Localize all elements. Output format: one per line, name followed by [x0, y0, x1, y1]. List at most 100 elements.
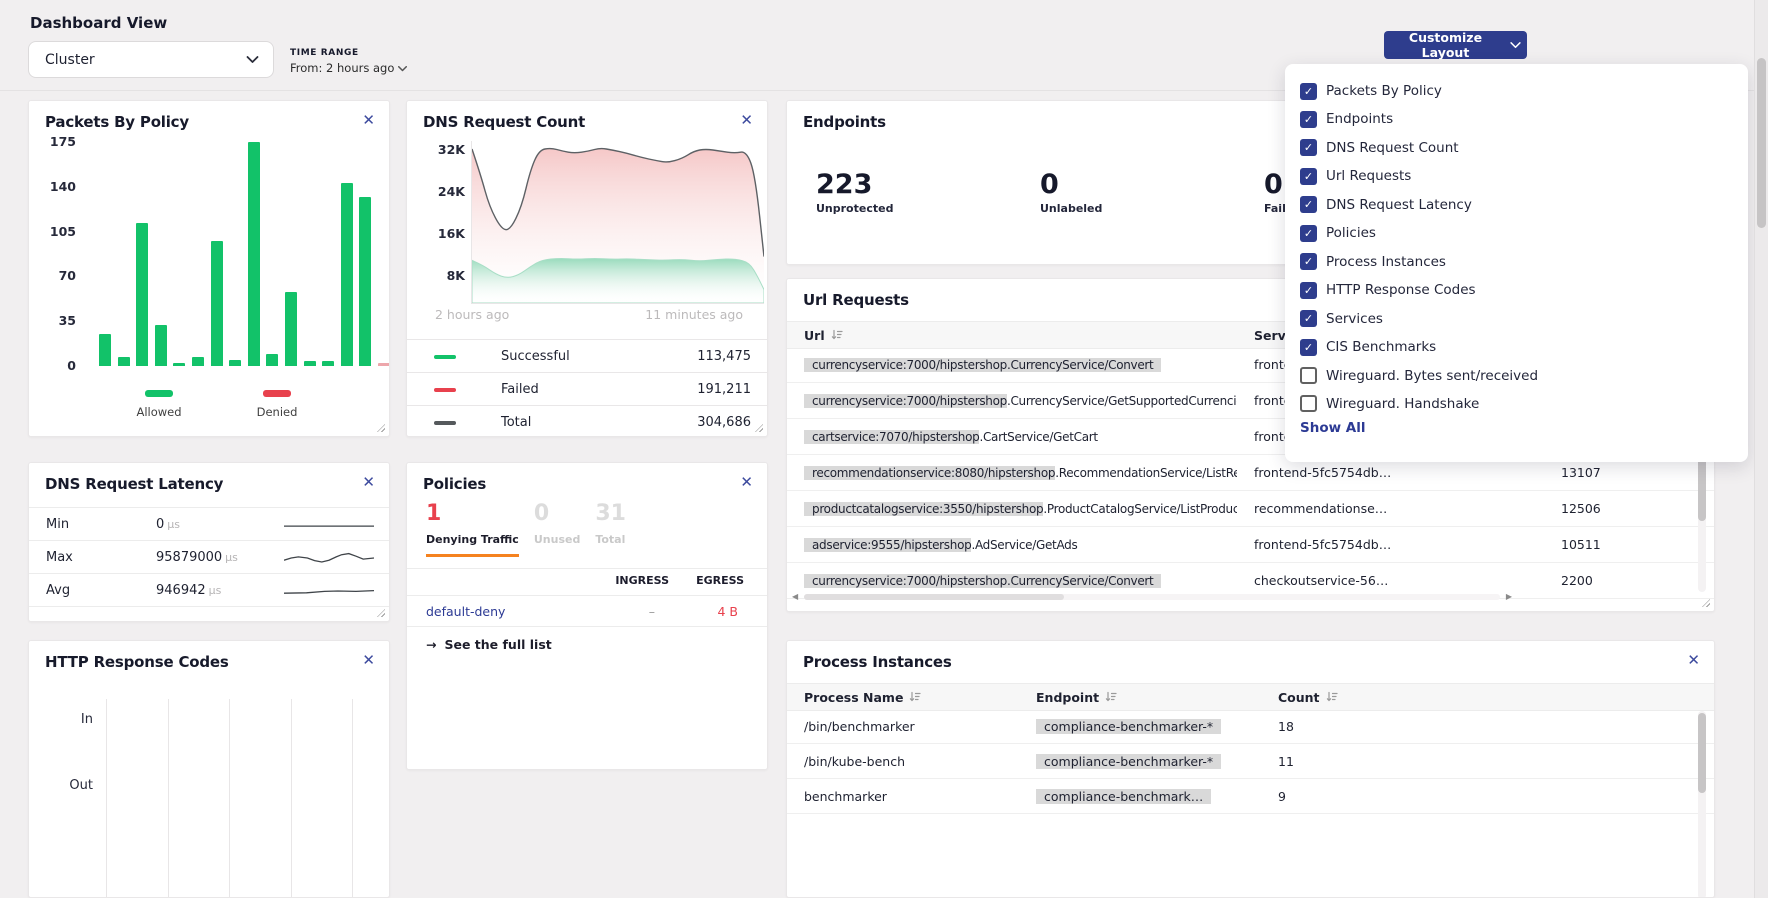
checkbox-unchecked[interactable] — [1300, 395, 1317, 412]
card-title: Url Requests — [803, 291, 909, 309]
chart-bar-allowed — [359, 197, 371, 366]
menu-item-endpoints[interactable]: ✓ Endpoints — [1285, 105, 1748, 133]
close-icon[interactable]: ✕ — [362, 113, 375, 128]
menu-item-services[interactable]: ✓Services — [1285, 305, 1748, 333]
card-process-instances: Process Instances ✕ Process NameEndpoint… — [786, 640, 1715, 898]
customize-layout-label: Customize Layout — [1390, 30, 1501, 60]
legend-value: 113,475 — [697, 349, 751, 364]
count-cell: 13107 — [1544, 465, 1714, 480]
metric-value: 0 — [1040, 169, 1264, 200]
menu-item-wireguard-handshake[interactable]: Wireguard. Handshake — [1285, 390, 1748, 418]
menu-item-label: Wireguard. Bytes sent/received — [1326, 368, 1538, 384]
menu-item-process-instances[interactable]: ✓Process Instances — [1285, 248, 1748, 276]
checkbox-checked[interactable]: ✓ — [1300, 168, 1317, 185]
close-icon[interactable]: ✕ — [740, 475, 753, 490]
close-icon[interactable]: ✕ — [362, 475, 375, 490]
menu-item-label: Endpoints — [1326, 111, 1393, 127]
sort-icon[interactable] — [909, 691, 921, 703]
checkbox-checked[interactable]: ✓ — [1300, 253, 1317, 270]
legend-label: Successful — [501, 349, 570, 364]
table-row: adservice:9555/hipstershop.AdService/Get… — [787, 527, 1714, 563]
close-icon[interactable]: ✕ — [1687, 653, 1700, 668]
policy-name-link[interactable]: default-deny — [426, 604, 505, 619]
sort-icon[interactable] — [1326, 691, 1338, 703]
url-cell: currencyservice:7000/hipstershop.Currenc… — [787, 358, 1237, 372]
checkbox-unchecked[interactable] — [1300, 367, 1317, 384]
policies-tab-denying-traffic[interactable]: 1Denying Traffic — [426, 501, 519, 557]
chart-bar-allowed — [118, 357, 130, 366]
page-title: Dashboard View — [30, 14, 167, 32]
time-range-value[interactable]: From: 2 hours ago — [290, 61, 407, 75]
policies-tab-total[interactable]: 31Total — [595, 501, 626, 557]
sort-icon[interactable] — [1105, 691, 1117, 703]
legend-swatch — [263, 390, 291, 397]
checkbox-checked[interactable]: ✓ — [1300, 83, 1317, 100]
scrollbar-thumb[interactable] — [1757, 58, 1766, 228]
menu-item-cis-benchmarks[interactable]: ✓CIS Benchmarks — [1285, 333, 1748, 361]
time-range: TIME RANGE From: 2 hours ago — [290, 48, 407, 75]
column-header-ingress: INGRESS — [615, 574, 669, 587]
process-name-cell: benchmarker — [787, 789, 1019, 804]
axis-label-out: Out — [37, 778, 93, 793]
checkbox-checked[interactable]: ✓ — [1300, 225, 1317, 242]
y-tick-label: 105 — [42, 224, 76, 239]
table-row: /bin/kube-benchcompliance-benchmarker-*1… — [787, 744, 1714, 779]
sort-icon[interactable] — [831, 329, 843, 341]
legend-denied: Denied — [242, 382, 312, 419]
column-header-endpoint[interactable]: Endpoint — [1019, 690, 1261, 705]
policies-tab-unused[interactable]: 0 Unused — [534, 501, 580, 557]
legend-value: 304,686 — [697, 415, 751, 430]
scroll-right-icon[interactable]: ▶ — [1506, 592, 1512, 602]
chart-gridline — [291, 699, 292, 898]
endpoint-cell: compliance-benchmarker-* — [1019, 719, 1261, 734]
show-all-link[interactable]: Show All — [1300, 420, 1365, 436]
checkbox-checked[interactable]: ✓ — [1300, 139, 1317, 156]
menu-item-packets-by-policy[interactable]: ✓Packets By Policy — [1285, 77, 1748, 105]
customize-layout-button[interactable]: Customize Layout — [1384, 31, 1527, 59]
metric-label: Unlabeled — [1040, 202, 1264, 215]
column-header-url[interactable]: Url — [787, 328, 1237, 343]
chart-gridline — [352, 699, 353, 898]
sparkline — [284, 547, 374, 569]
chart-bar-allowed — [99, 334, 111, 366]
resize-handle[interactable] — [1702, 599, 1710, 607]
checkbox-checked[interactable]: ✓ — [1300, 111, 1317, 128]
scrollbar-thumb[interactable] — [804, 594, 1064, 600]
page-scrollbar[interactable] — [1754, 0, 1768, 898]
table-scrollbar-vertical[interactable] — [1698, 711, 1706, 898]
chevron-down-icon — [398, 66, 407, 72]
checkbox-checked[interactable]: ✓ — [1300, 196, 1317, 213]
legend-swatch — [434, 355, 456, 359]
legend-swatch — [434, 388, 456, 392]
close-icon[interactable]: ✕ — [362, 653, 375, 668]
card-http-response-codes: HTTP Response Codes ✕ InOut — [28, 640, 390, 898]
tab-value: 0 — [534, 501, 580, 527]
column-header-process-name[interactable]: Process Name — [787, 690, 1019, 705]
url-cell: cartservice:7070/hipstershop.CartService… — [787, 430, 1237, 444]
tab-label: Unused — [534, 533, 580, 554]
y-tick-label: 35 — [42, 313, 76, 328]
resize-handle[interactable] — [377, 609, 385, 617]
resize-handle[interactable] — [377, 424, 385, 432]
menu-item-dns-request-count[interactable]: ✓DNS Request Count — [1285, 134, 1748, 162]
menu-item-http-response-codes[interactable]: ✓HTTP Response Codes — [1285, 276, 1748, 304]
checkbox-checked[interactable]: ✓ — [1300, 310, 1317, 327]
menu-item-dns-request-latency[interactable]: ✓DNS Request Latency — [1285, 191, 1748, 219]
url-rest: .CartService/GetCart — [979, 430, 1097, 444]
checkbox-checked[interactable]: ✓ — [1300, 282, 1317, 299]
close-icon[interactable]: ✕ — [740, 113, 753, 128]
url-highlight: productcatalogservice:3550/hipstershop — [804, 502, 1043, 516]
scroll-left-icon[interactable]: ◀ — [792, 592, 798, 602]
chart-bar-allowed — [229, 360, 241, 366]
menu-item-wireguard-bytes-sent-received[interactable]: Wireguard. Bytes sent/received — [1285, 362, 1748, 390]
checkbox-checked[interactable]: ✓ — [1300, 339, 1317, 356]
see-full-list-link[interactable]: → See the full list — [426, 637, 552, 652]
menu-item-policies[interactable]: ✓Policies — [1285, 219, 1748, 247]
table-scrollbar-horizontal[interactable]: ◀ ▶ — [792, 592, 1512, 602]
scrollbar-thumb[interactable] — [1698, 713, 1706, 793]
view-selector[interactable]: Cluster — [28, 41, 274, 78]
menu-item-url-requests[interactable]: ✓Url Requests — [1285, 162, 1748, 190]
service-cell: frontend-5fc5754db… — [1237, 465, 1544, 480]
scrollbar-track[interactable] — [804, 594, 1500, 600]
column-header-count[interactable]: Count — [1261, 690, 1714, 705]
